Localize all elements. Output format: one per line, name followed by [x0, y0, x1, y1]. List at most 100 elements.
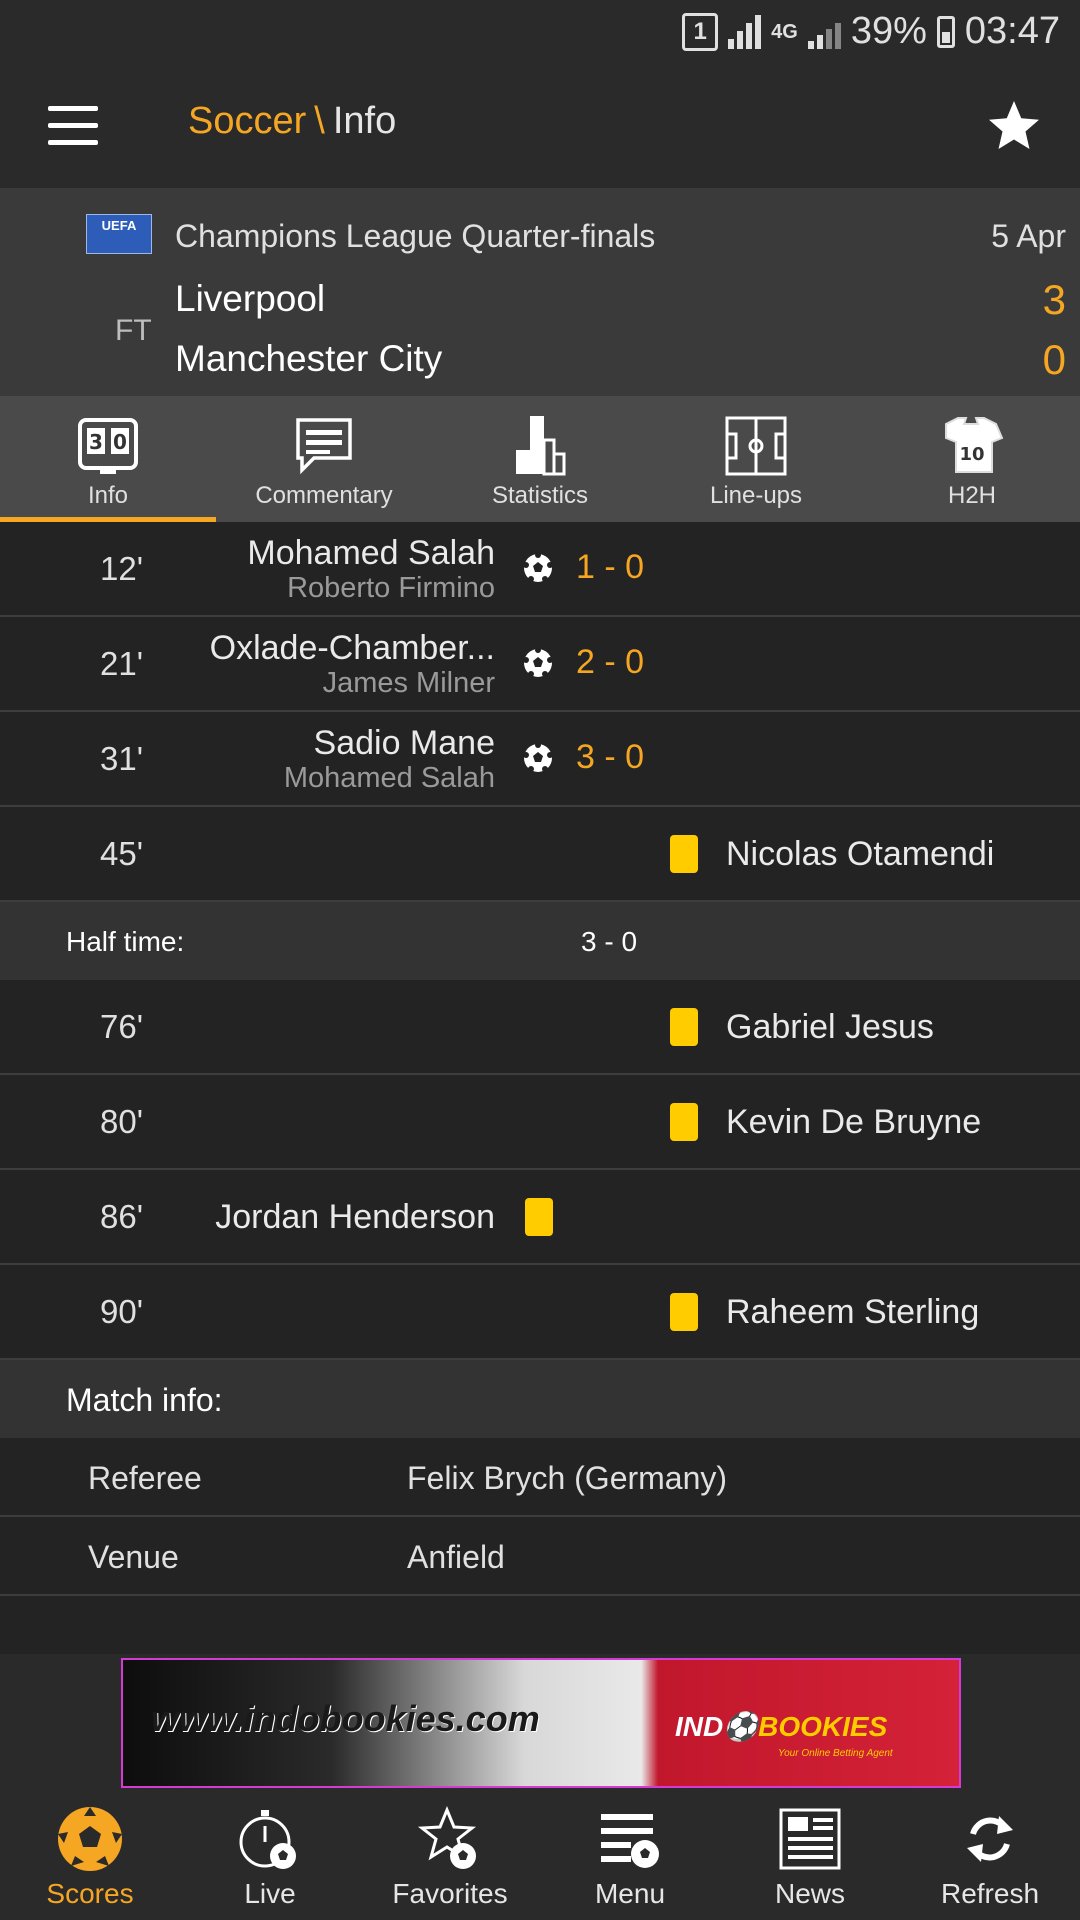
match-info-title: Match info:: [66, 1382, 223, 1418]
refresh-icon: [967, 1816, 1013, 1862]
signal-icon: [728, 14, 762, 49]
yellow-card-icon: [525, 1198, 553, 1236]
match-events: 12' Mohamed Salah Roberto Firmino 1 - 0 …: [0, 522, 1080, 1654]
event-minute: 90': [100, 1293, 144, 1330]
yellow-card-icon: [670, 1008, 698, 1046]
soccer-ball-icon: [58, 1807, 122, 1871]
signal-icon-2: [807, 15, 841, 49]
carded-player: Raheem Sterling: [726, 1293, 980, 1331]
running-score: 3 - 0: [576, 738, 645, 776]
tab-commentary[interactable]: Commentary: [216, 396, 432, 522]
ad-tagline: Your Online Betting Agent: [778, 1748, 893, 1759]
tab-statistics[interactable]: Statistics: [432, 396, 648, 522]
card-event[interactable]: 90' Raheem Sterling: [0, 1265, 1080, 1360]
tab-label: Line-ups: [709, 482, 803, 509]
nav-live[interactable]: Live: [180, 1790, 360, 1920]
ad-url: www.indobookies.com: [151, 1698, 540, 1739]
running-score: 2 - 0: [576, 643, 645, 681]
referee-row: Referee Felix Brych (Germany): [0, 1438, 1080, 1517]
match-status: FT: [115, 314, 152, 347]
carded-player: Gabriel Jesus: [726, 1008, 934, 1046]
away-team[interactable]: Manchester City: [175, 338, 442, 380]
yellow-card-icon: [670, 835, 698, 873]
event-minute: 76': [100, 1008, 144, 1045]
newspaper-icon: [779, 1808, 841, 1870]
shirts-icon: 10: [945, 417, 1004, 473]
home-team[interactable]: Liverpool: [175, 278, 325, 320]
carded-player: Jordan Henderson: [215, 1198, 495, 1236]
nav-label: Scores: [46, 1878, 134, 1909]
match-tabs: 3 0 Info Commentary Statistics Line-ups: [0, 396, 1080, 522]
card-event[interactable]: 76' Gabriel Jesus: [0, 980, 1080, 1075]
ad-brand-part2: BOOKIES: [758, 1711, 888, 1742]
comment-icon: [296, 418, 352, 475]
event-minute: 86': [100, 1198, 144, 1235]
ad-brand-part1: IND: [675, 1711, 724, 1742]
hamburger-menu-icon[interactable]: [48, 106, 98, 146]
goal-assist: Mohamed Salah: [283, 762, 495, 794]
home-score: 3: [1042, 276, 1066, 323]
scoreboard-icon: 3 0: [78, 418, 138, 474]
nav-label: Live: [244, 1878, 296, 1909]
nav-label: Refresh: [940, 1878, 1040, 1909]
goal-assist: Roberto Firmino: [287, 572, 495, 604]
goal-scorer: Mohamed Salah: [247, 534, 495, 572]
match-info-heading: Match info:: [0, 1360, 1080, 1438]
tab-info[interactable]: 3 0 Info: [0, 396, 216, 522]
card-event[interactable]: 80' Kevin De Bruyne: [0, 1075, 1080, 1170]
info-value: Felix Brych (Germany): [407, 1460, 728, 1496]
app-bar: Soccer \ Info: [0, 66, 1080, 188]
half-time-label: Half time:: [66, 926, 185, 957]
carded-player: Nicolas Otamendi: [726, 835, 995, 873]
battery-icon: [936, 15, 955, 48]
network-type: 4G: [771, 20, 798, 43]
event-minute: 80': [100, 1103, 144, 1140]
goal-scorer: Oxlade-Chamber...: [209, 629, 495, 667]
nav-favorites[interactable]: Favorites: [360, 1790, 540, 1920]
goal-event[interactable]: 12' Mohamed Salah Roberto Firmino 1 - 0: [0, 522, 1080, 617]
tab-h2h[interactable]: 10 H2H: [864, 396, 1080, 522]
card-event[interactable]: 86' Jordan Henderson: [0, 1170, 1080, 1265]
venue-row: Venue Anfield: [0, 1517, 1080, 1596]
event-minute: 45': [100, 835, 144, 872]
goal-event[interactable]: 31' Sadio Mane Mohamed Salah 3 - 0: [0, 712, 1080, 807]
info-key: Referee: [88, 1460, 202, 1496]
clock: 03:47: [964, 10, 1060, 52]
nav-menu[interactable]: Menu: [540, 1790, 720, 1920]
nav-label: Favorites: [392, 1878, 508, 1909]
star-ball-icon: [417, 1806, 477, 1869]
event-minute: 31': [100, 740, 144, 777]
event-minute: 12': [100, 550, 144, 587]
event-minute: 21': [100, 645, 144, 682]
tab-label: H2H: [947, 482, 996, 509]
svg-text:3: 3: [89, 430, 103, 454]
tab-lineups[interactable]: Line-ups: [648, 396, 864, 522]
nav-refresh[interactable]: Refresh: [900, 1790, 1080, 1920]
tab-label: Statistics: [491, 482, 589, 509]
ad-brand: IND⚽BOOKIES: [675, 1711, 888, 1742]
card-event[interactable]: 45' Nicolas Otamendi: [0, 807, 1080, 902]
goal-event[interactable]: 21' Oxlade-Chamber... James Milner 2 - 0: [0, 617, 1080, 712]
nav-scores[interactable]: Scores: [0, 1790, 180, 1920]
carded-player: Kevin De Bruyne: [726, 1103, 982, 1141]
half-time-row: Half time: 3 - 0: [0, 902, 1080, 980]
uefa-logo: UEFA: [86, 214, 152, 254]
nav-news[interactable]: News: [720, 1790, 900, 1920]
spacer: [0, 1596, 1080, 1654]
goal-assist: James Milner: [322, 667, 495, 699]
goal-scorer: Sadio Mane: [313, 724, 495, 762]
yellow-card-icon: [670, 1293, 698, 1331]
svg-text:0: 0: [113, 430, 127, 454]
away-score: 0: [1042, 336, 1066, 383]
stopwatch-icon: [239, 1810, 296, 1869]
sim-icon: 1: [682, 12, 719, 51]
statistics-icon: [516, 416, 566, 476]
breadcrumb-soccer[interactable]: Soccer: [188, 100, 306, 142]
favorite-star-icon[interactable]: [984, 96, 1044, 156]
ad-banner[interactable]: www.indobookies.com IND⚽BOOKIES Your Onl…: [121, 1658, 961, 1788]
running-score: 1 - 0: [576, 548, 645, 586]
tab-label: Info: [87, 482, 129, 509]
nav-label: Menu: [594, 1878, 666, 1909]
battery-percent: 39%: [850, 10, 927, 52]
match-header: UEFA Champions League Quarter-finals 5 A…: [0, 188, 1080, 396]
